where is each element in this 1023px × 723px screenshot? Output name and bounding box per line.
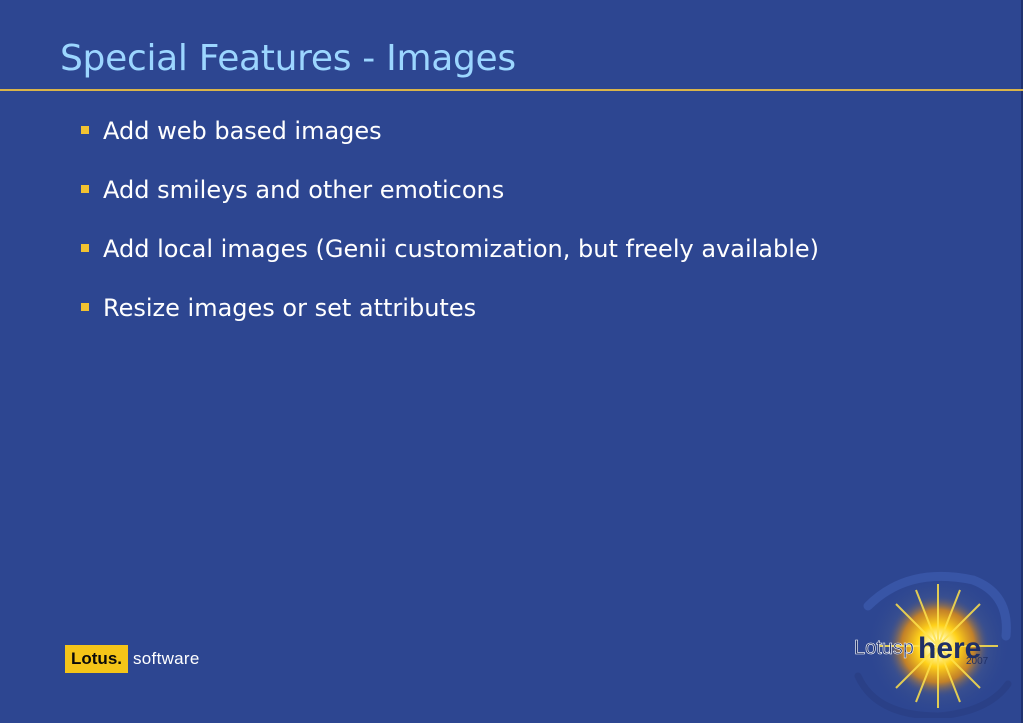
bullet-text: Add local images (Genii customization, b… (103, 235, 820, 263)
bullet-item: Add local images (Genii customization, b… (80, 232, 819, 291)
bullet-list: Add web based images Add smileys and oth… (80, 114, 819, 350)
square-bullet-icon (81, 185, 89, 193)
bullet-item: Add web based images (80, 114, 819, 173)
bullet-item: Resize images or set attributes (80, 291, 819, 350)
lotusphere-prefix: Lotusp (854, 637, 914, 659)
square-bullet-icon (81, 303, 89, 311)
slide-title: Special Features - Images (60, 38, 516, 79)
bullet-text: Add web based images (103, 117, 382, 145)
square-bullet-icon (81, 244, 89, 252)
bullet-item: Add smileys and other emoticons (80, 173, 819, 232)
title-divider (0, 89, 1023, 91)
square-bullet-icon (81, 126, 89, 134)
bullet-text: Add smileys and other emoticons (103, 176, 505, 204)
lotus-software-logo: Lotus. software (65, 645, 200, 673)
lotusphere-year: 2007 (966, 656, 989, 667)
lotusphere-logo: Lotusp here 2007 (854, 571, 1012, 718)
lotus-brand: Lotus. (65, 645, 128, 673)
lotus-software-label: software (133, 649, 200, 668)
bullet-text: Resize images or set attributes (103, 294, 477, 322)
